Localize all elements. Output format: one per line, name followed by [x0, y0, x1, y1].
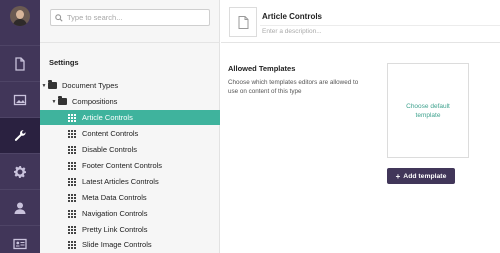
sections-bar	[0, 0, 40, 253]
tree-node-label: Compositions	[72, 97, 118, 106]
id-card-icon	[13, 238, 27, 249]
tree-item-label: Meta Data Controls	[82, 193, 147, 202]
section-developer[interactable]	[0, 153, 40, 189]
name-field[interactable]: Article Controls	[260, 9, 500, 23]
doctype-grid-icon	[68, 193, 76, 202]
tree-item-label: Footer Content Controls	[82, 161, 163, 170]
wrench-icon	[14, 129, 26, 141]
tree-item-label: Latest Articles Controls	[82, 177, 159, 186]
tree-item-label: Slide Image Controls	[82, 240, 152, 249]
tree-item-latest-articles-controls[interactable]: Latest Articles Controls	[40, 174, 220, 189]
doctype-grid-icon	[68, 177, 76, 186]
folder-icon	[58, 96, 67, 105]
tree-item-label: Pretty Link Controls	[82, 225, 148, 234]
tree-item-article-controls[interactable]: Article Controls	[40, 110, 220, 125]
caret-down-icon[interactable]: ▼	[50, 99, 58, 105]
allowed-templates-description: Choose which templates editors are allow…	[228, 79, 359, 95]
tree-item-label: Navigation Controls	[82, 209, 148, 218]
tree-item-disable-controls[interactable]: Disable Controls	[40, 142, 220, 157]
document-icon	[238, 15, 248, 29]
document-icon	[15, 56, 25, 71]
search-icon	[55, 13, 63, 22]
tree-item-meta-data-controls[interactable]: Meta Data Controls	[40, 190, 220, 205]
default-template-picker[interactable]: Choose default template	[387, 63, 469, 158]
tree-item-navigation-controls[interactable]: Navigation Controls	[40, 206, 220, 221]
avatar[interactable]	[10, 6, 30, 26]
doctype-grid-icon	[68, 161, 76, 170]
tree-divider	[40, 42, 220, 43]
doctype-grid-icon	[68, 129, 76, 138]
section-users[interactable]	[0, 189, 40, 225]
folder-icon	[48, 80, 57, 89]
tree-node-document-types[interactable]: ▼ Document Types	[40, 78, 220, 93]
editor-header: Article Controls Enter a description...	[221, 0, 500, 43]
tree-item-label: Disable Controls	[82, 145, 138, 154]
image-icon	[13, 94, 27, 105]
tree-item-label: Content Controls	[82, 129, 139, 138]
add-template-label: Add template	[403, 172, 447, 180]
tree-item-slide-image-controls[interactable]: Slide Image Controls	[40, 237, 220, 252]
allowed-templates-title: Allowed Templates	[228, 64, 296, 73]
avatar-face	[16, 10, 24, 19]
tree-item-label: Article Controls	[82, 113, 133, 122]
doctype-grid-icon	[68, 225, 76, 234]
avatar-body	[13, 19, 27, 26]
tree-node-compositions[interactable]: ▼ Compositions	[40, 94, 220, 109]
editor-panel: Article Controls Enter a description... …	[221, 0, 500, 253]
section-media[interactable]	[0, 81, 40, 117]
doctype-icon-picker[interactable]	[229, 7, 257, 37]
tree-item-footer-content-controls[interactable]: Footer Content Controls	[40, 158, 220, 173]
tree-panel: Settings ▼ Document Types ▼ Compositions…	[40, 0, 220, 253]
section-settings[interactable]	[0, 117, 40, 153]
doctype-grid-icon	[68, 113, 76, 122]
tree-node-label: Document Types	[62, 81, 119, 90]
search-input[interactable]	[67, 13, 207, 22]
search-box[interactable]	[50, 9, 210, 26]
tree-item-pretty-link-controls[interactable]: Pretty Link Controls	[40, 222, 220, 237]
user-icon	[14, 202, 26, 214]
add-template-button[interactable]: + Add template	[387, 168, 455, 184]
section-members[interactable]	[0, 225, 40, 253]
section-content[interactable]	[0, 45, 40, 81]
doctype-grid-icon	[68, 145, 76, 154]
tree-item-content-controls[interactable]: Content Controls	[40, 126, 220, 141]
choose-default-template-link[interactable]: Choose default template	[398, 102, 458, 120]
doctype-grid-icon	[68, 240, 76, 249]
doctype-grid-icon	[68, 209, 76, 218]
caret-down-icon[interactable]: ▼	[40, 83, 48, 89]
description-field[interactable]: Enter a description...	[260, 25, 500, 37]
plus-icon: +	[395, 171, 401, 181]
tree-header: Settings	[49, 58, 79, 67]
gear-icon	[14, 165, 26, 178]
